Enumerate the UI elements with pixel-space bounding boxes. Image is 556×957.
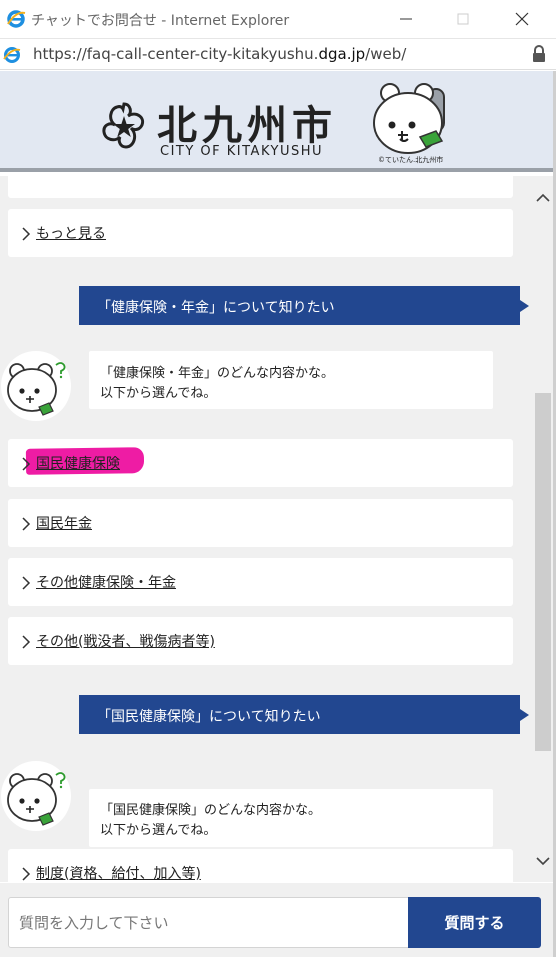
url-text[interactable]: https://faq-call-center-city-kitakyushu.… <box>33 45 406 63</box>
chat-scrollbar[interactable] <box>533 176 553 882</box>
question-input[interactable] <box>8 897 409 948</box>
choice-other-war[interactable]: その他(戦没者、戦傷病者等) <box>8 617 513 665</box>
choice-label[interactable]: 制度(資格、給付、加入等) <box>36 863 201 882</box>
bot-message-line: 以下から選んでね。 <box>100 386 217 401</box>
maximize-icon[interactable] <box>452 8 474 30</box>
chevron-right-icon <box>22 227 31 241</box>
bot-avatar <box>1 351 71 421</box>
choice-other-insurance[interactable]: その他健康保険・年金 <box>8 558 513 606</box>
bot-message: 「健康保険・年金」のどんな内容かな。 以下から選んでね。 <box>89 351 493 409</box>
bot-message-line: 「国民健康保険」のどんな内容かな。 <box>100 803 322 818</box>
chevron-right-icon <box>22 576 31 590</box>
url-prefix: https://faq-call-center-city-kitakyushu. <box>33 45 319 63</box>
ask-button[interactable]: 質問する <box>408 897 541 948</box>
chat-area[interactable]: もっと見る 「健康保険・年金」について知りたい 「健康保険・年金」のどんな内容か… <box>0 176 533 882</box>
page-icon <box>3 47 21 63</box>
header-banner: 北九州市 CITY OF KITAKYUSHU ©ていたん.北九州市 <box>0 71 553 172</box>
url-suffix: /web/ <box>365 45 407 63</box>
choice-more[interactable]: もっと見る <box>8 209 513 257</box>
choice-kokumin-kenko-hoken[interactable]: 国民健康保険 <box>8 439 513 487</box>
question-input-bar: 質問する <box>0 883 553 957</box>
choice-kokumin-nenkin[interactable]: 国民年金 <box>8 499 513 547</box>
city-emblem-icon <box>102 102 145 149</box>
minimize-icon[interactable] <box>395 8 417 30</box>
chevron-right-icon <box>22 867 31 881</box>
choice-label[interactable]: 国民年金 <box>36 513 92 533</box>
choice-seido[interactable]: 制度(資格、給付、加入等) <box>8 849 513 882</box>
user-message-text: 「健康保険・年金」について知りたい <box>97 300 335 316</box>
lock-icon[interactable] <box>530 44 548 64</box>
bot-message: 「国民健康保険」のどんな内容かな。 以下から選んでね。 <box>89 789 493 847</box>
chevron-down-icon[interactable] <box>536 856 550 866</box>
chevron-right-icon <box>22 457 31 471</box>
choice-label[interactable]: その他(戦没者、戦傷病者等) <box>36 631 215 651</box>
logo-english: CITY OF KITAKYUSHU <box>160 144 324 159</box>
close-icon[interactable] <box>511 8 533 30</box>
mascot-question-icon <box>7 362 66 416</box>
bot-message-line: 以下から選んでね。 <box>100 823 217 838</box>
choice-item-partial[interactable] <box>8 176 513 198</box>
chevron-right-icon <box>22 517 31 531</box>
choice-label[interactable]: その他健康保険・年金 <box>36 572 176 592</box>
window-title-bar: チャットでお問合せ - Internet Explorer <box>0 0 556 38</box>
window-title: チャットでお問合せ - Internet Explorer <box>31 13 290 29</box>
ie-icon <box>7 10 26 28</box>
user-message: 「健康保険・年金」について知りたい <box>79 286 529 325</box>
user-message: 「国民健康保険」について知りたい <box>79 695 529 734</box>
scroll-thumb[interactable] <box>535 393 551 751</box>
mascot-icon <box>373 83 445 154</box>
bot-message-line: 「健康保険・年金」のどんな内容かな。 <box>100 366 335 381</box>
chevron-up-icon[interactable] <box>536 193 550 203</box>
choice-label[interactable]: もっと見る <box>36 223 106 243</box>
choice-label[interactable]: 国民健康保険 <box>36 453 120 473</box>
chevron-right-icon <box>22 635 31 649</box>
mascot-question-icon <box>7 772 66 826</box>
address-bar[interactable]: https://faq-call-center-city-kitakyushu.… <box>0 38 556 70</box>
bot-avatar <box>1 761 71 831</box>
user-message-text: 「国民健康保険」について知りたい <box>97 709 321 725</box>
url-domain: dga.jp <box>318 45 366 63</box>
logo-kanji: 北九州市 <box>157 103 337 149</box>
mascot-credit: ©ていたん.北九州市 <box>378 156 444 164</box>
